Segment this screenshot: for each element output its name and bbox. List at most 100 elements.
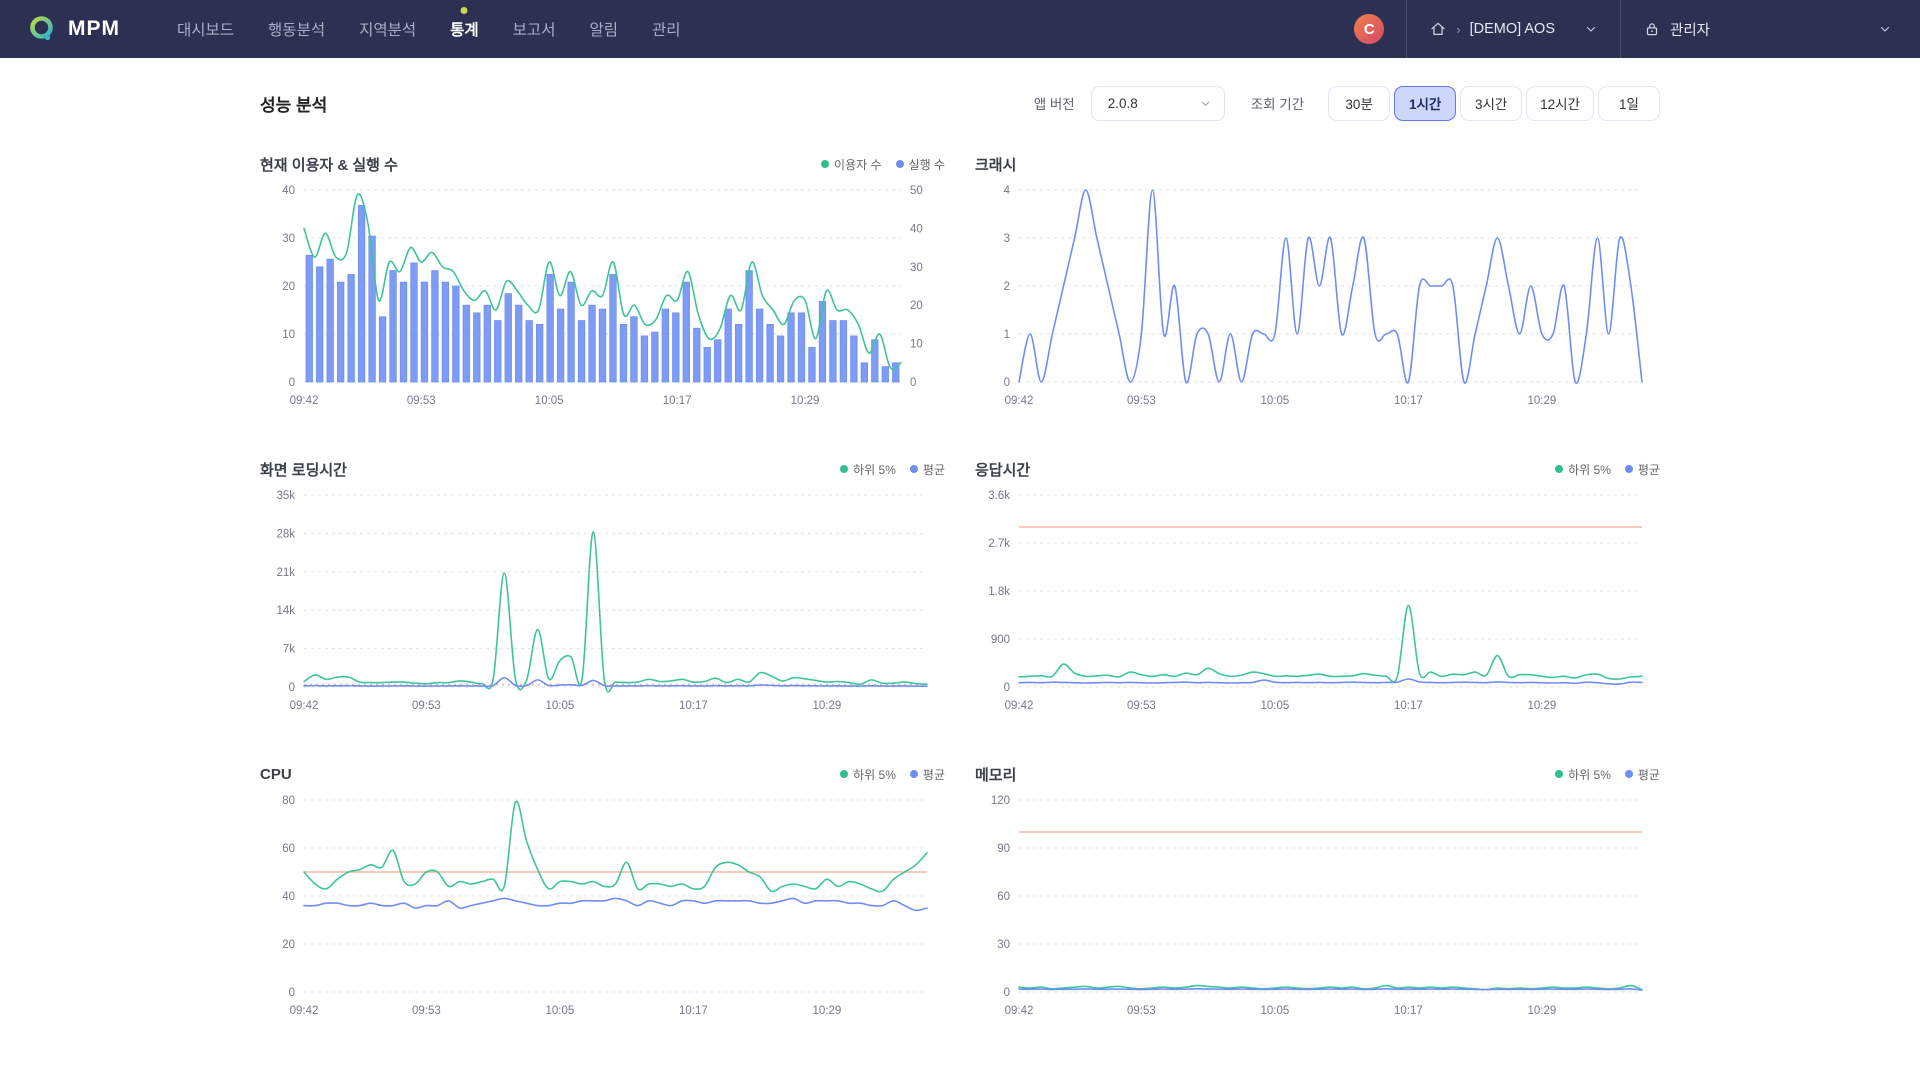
svg-text:10:17: 10:17 — [1394, 700, 1423, 712]
svg-text:0: 0 — [289, 682, 295, 694]
svg-text:10:29: 10:29 — [1527, 395, 1556, 407]
nav-menu: 대시보드 행동분석 지역분석 통계 보고서 알림 관리 — [160, 0, 698, 58]
chart-response-time: 응답시간 하위 5%평균 09001.8k2.7k3.6k09:4209:531… — [975, 457, 1660, 722]
chevron-down-icon — [1878, 22, 1892, 36]
legend-item[interactable]: 실행 수 — [896, 156, 945, 173]
period-label: 조회 기간 — [1251, 93, 1304, 113]
legend-item[interactable]: 하위 5% — [1555, 766, 1611, 783]
period-button-30m[interactable]: 30분 — [1328, 86, 1390, 121]
svg-text:10:29: 10:29 — [812, 700, 841, 712]
legend-item[interactable]: 평균 — [1625, 461, 1660, 478]
legend-item[interactable]: 이용자 수 — [821, 156, 882, 173]
legend-item[interactable]: 평균 — [910, 461, 945, 478]
chart-legend: 하위 5% 평균 — [840, 461, 945, 478]
svg-text:2.7k: 2.7k — [988, 538, 1010, 550]
nav-item-region[interactable]: 지역분석 — [342, 0, 433, 58]
period-button-12h[interactable]: 12시간 — [1526, 86, 1594, 121]
svg-text:10:17: 10:17 — [679, 1005, 708, 1017]
svg-text:09:53: 09:53 — [1127, 1005, 1156, 1017]
user-menu[interactable]: 관리자 — [1620, 0, 1920, 58]
svg-text:4: 4 — [1004, 185, 1011, 197]
app-version-select[interactable]: 2.0.8 — [1091, 86, 1225, 121]
legend-item[interactable]: 평균 — [1625, 766, 1660, 783]
chart-legend: 이용자 수 실행 수 — [821, 156, 945, 173]
legend-item[interactable]: 평균 — [910, 766, 945, 783]
home-icon — [1429, 20, 1447, 38]
svg-text:10:17: 10:17 — [1394, 395, 1423, 407]
avatar[interactable]: C — [1354, 14, 1384, 44]
period-button-1h[interactable]: 1시간 — [1394, 86, 1456, 121]
chart-legend: 하위 5% 평균 — [1555, 461, 1660, 478]
svg-text:60: 60 — [282, 843, 295, 855]
period-button-group: 30분 1시간 3시간 12시간 1일 — [1328, 86, 1660, 121]
svg-text:0: 0 — [1004, 682, 1010, 694]
svg-text:09:42: 09:42 — [290, 395, 319, 407]
svg-text:09:53: 09:53 — [407, 395, 436, 407]
legend-dot-icon — [910, 465, 918, 473]
svg-text:10: 10 — [282, 329, 295, 341]
svg-text:0: 0 — [289, 987, 295, 999]
brand-logo[interactable]: MPM — [26, 0, 120, 58]
svg-text:09:53: 09:53 — [1127, 395, 1156, 407]
nav-item-admin[interactable]: 관리 — [635, 0, 698, 58]
legend-dot-icon — [840, 465, 848, 473]
users-launches-chart: 0102030400102030405009:4209:5310:0510:17… — [260, 180, 945, 412]
svg-text:1.8k: 1.8k — [988, 586, 1010, 598]
chart-crash: 크래시 0123409:4209:5310:0510:1710:29 — [975, 152, 1660, 417]
legend-item[interactable]: 하위 5% — [1555, 461, 1611, 478]
svg-text:28k: 28k — [276, 528, 295, 540]
nav-item-stats[interactable]: 통계 — [433, 0, 496, 58]
chevron-down-icon — [1199, 97, 1212, 110]
svg-text:10:17: 10:17 — [663, 395, 692, 407]
user-role: 관리자 — [1670, 19, 1710, 40]
svg-text:35k: 35k — [276, 490, 295, 502]
svg-text:10:05: 10:05 — [1260, 395, 1289, 407]
legend-dot-icon — [910, 770, 918, 778]
legend-dot-icon — [896, 160, 904, 168]
legend-item[interactable]: 하위 5% — [840, 461, 896, 478]
svg-text:09:42: 09:42 — [290, 1005, 319, 1017]
svg-text:0: 0 — [289, 377, 295, 389]
svg-text:09:42: 09:42 — [290, 700, 319, 712]
svg-text:0: 0 — [1004, 377, 1010, 389]
period-button-3h[interactable]: 3시간 — [1460, 86, 1522, 121]
svg-text:90: 90 — [997, 843, 1010, 855]
svg-text:21k: 21k — [276, 567, 295, 579]
chart-title: 메모리 — [975, 764, 1016, 785]
mpm-logo-icon — [26, 13, 58, 45]
period-button-1d[interactable]: 1일 — [1598, 86, 1660, 121]
nav-item-behavior[interactable]: 행동분석 — [251, 0, 342, 58]
current-app-name: [DEMO] AOS — [1470, 21, 1555, 37]
svg-text:0: 0 — [1004, 987, 1010, 999]
page-title: 성능 분석 — [260, 91, 327, 116]
svg-text:10:05: 10:05 — [535, 395, 564, 407]
nav-item-report[interactable]: 보고서 — [496, 0, 573, 58]
nav-item-alert[interactable]: 알림 — [572, 0, 635, 58]
svg-text:10:29: 10:29 — [812, 1005, 841, 1017]
svg-text:120: 120 — [991, 795, 1010, 807]
chart-title: CPU — [260, 766, 292, 783]
svg-text:30: 30 — [997, 939, 1010, 951]
chart-title: 크래시 — [975, 154, 1016, 175]
svg-text:30: 30 — [910, 262, 923, 274]
svg-text:1: 1 — [1004, 329, 1010, 341]
svg-text:09:53: 09:53 — [1127, 700, 1156, 712]
app-selector[interactable]: › [DEMO] AOS — [1406, 0, 1620, 58]
legend-item[interactable]: 하위 5% — [840, 766, 896, 783]
svg-text:3.6k: 3.6k — [988, 490, 1010, 502]
chart-title: 현재 이용자 & 실행 수 — [260, 154, 398, 175]
brand-name: MPM — [68, 17, 120, 41]
legend-dot-icon — [1555, 770, 1563, 778]
charts-grid: 현재 이용자 & 실행 수 이용자 수실행 수 0102030400102030… — [260, 152, 1660, 1027]
nav-item-dashboard[interactable]: 대시보드 — [160, 0, 251, 58]
svg-text:10:17: 10:17 — [1394, 1005, 1423, 1017]
screen-loading-chart: 07k14k21k28k35k09:4209:5310:0510:1710:29 — [260, 485, 945, 717]
svg-text:09:42: 09:42 — [1005, 1005, 1034, 1017]
legend-dot-icon — [1555, 465, 1563, 473]
legend-dot-icon — [840, 770, 848, 778]
memory-chart: 030609012009:4209:5310:0510:1710:29 — [975, 790, 1660, 1022]
svg-text:40: 40 — [282, 185, 295, 197]
svg-text:20: 20 — [910, 300, 923, 312]
chart-title: 화면 로딩시간 — [260, 459, 347, 480]
chart-legend: 하위 5% 평균 — [840, 766, 945, 783]
